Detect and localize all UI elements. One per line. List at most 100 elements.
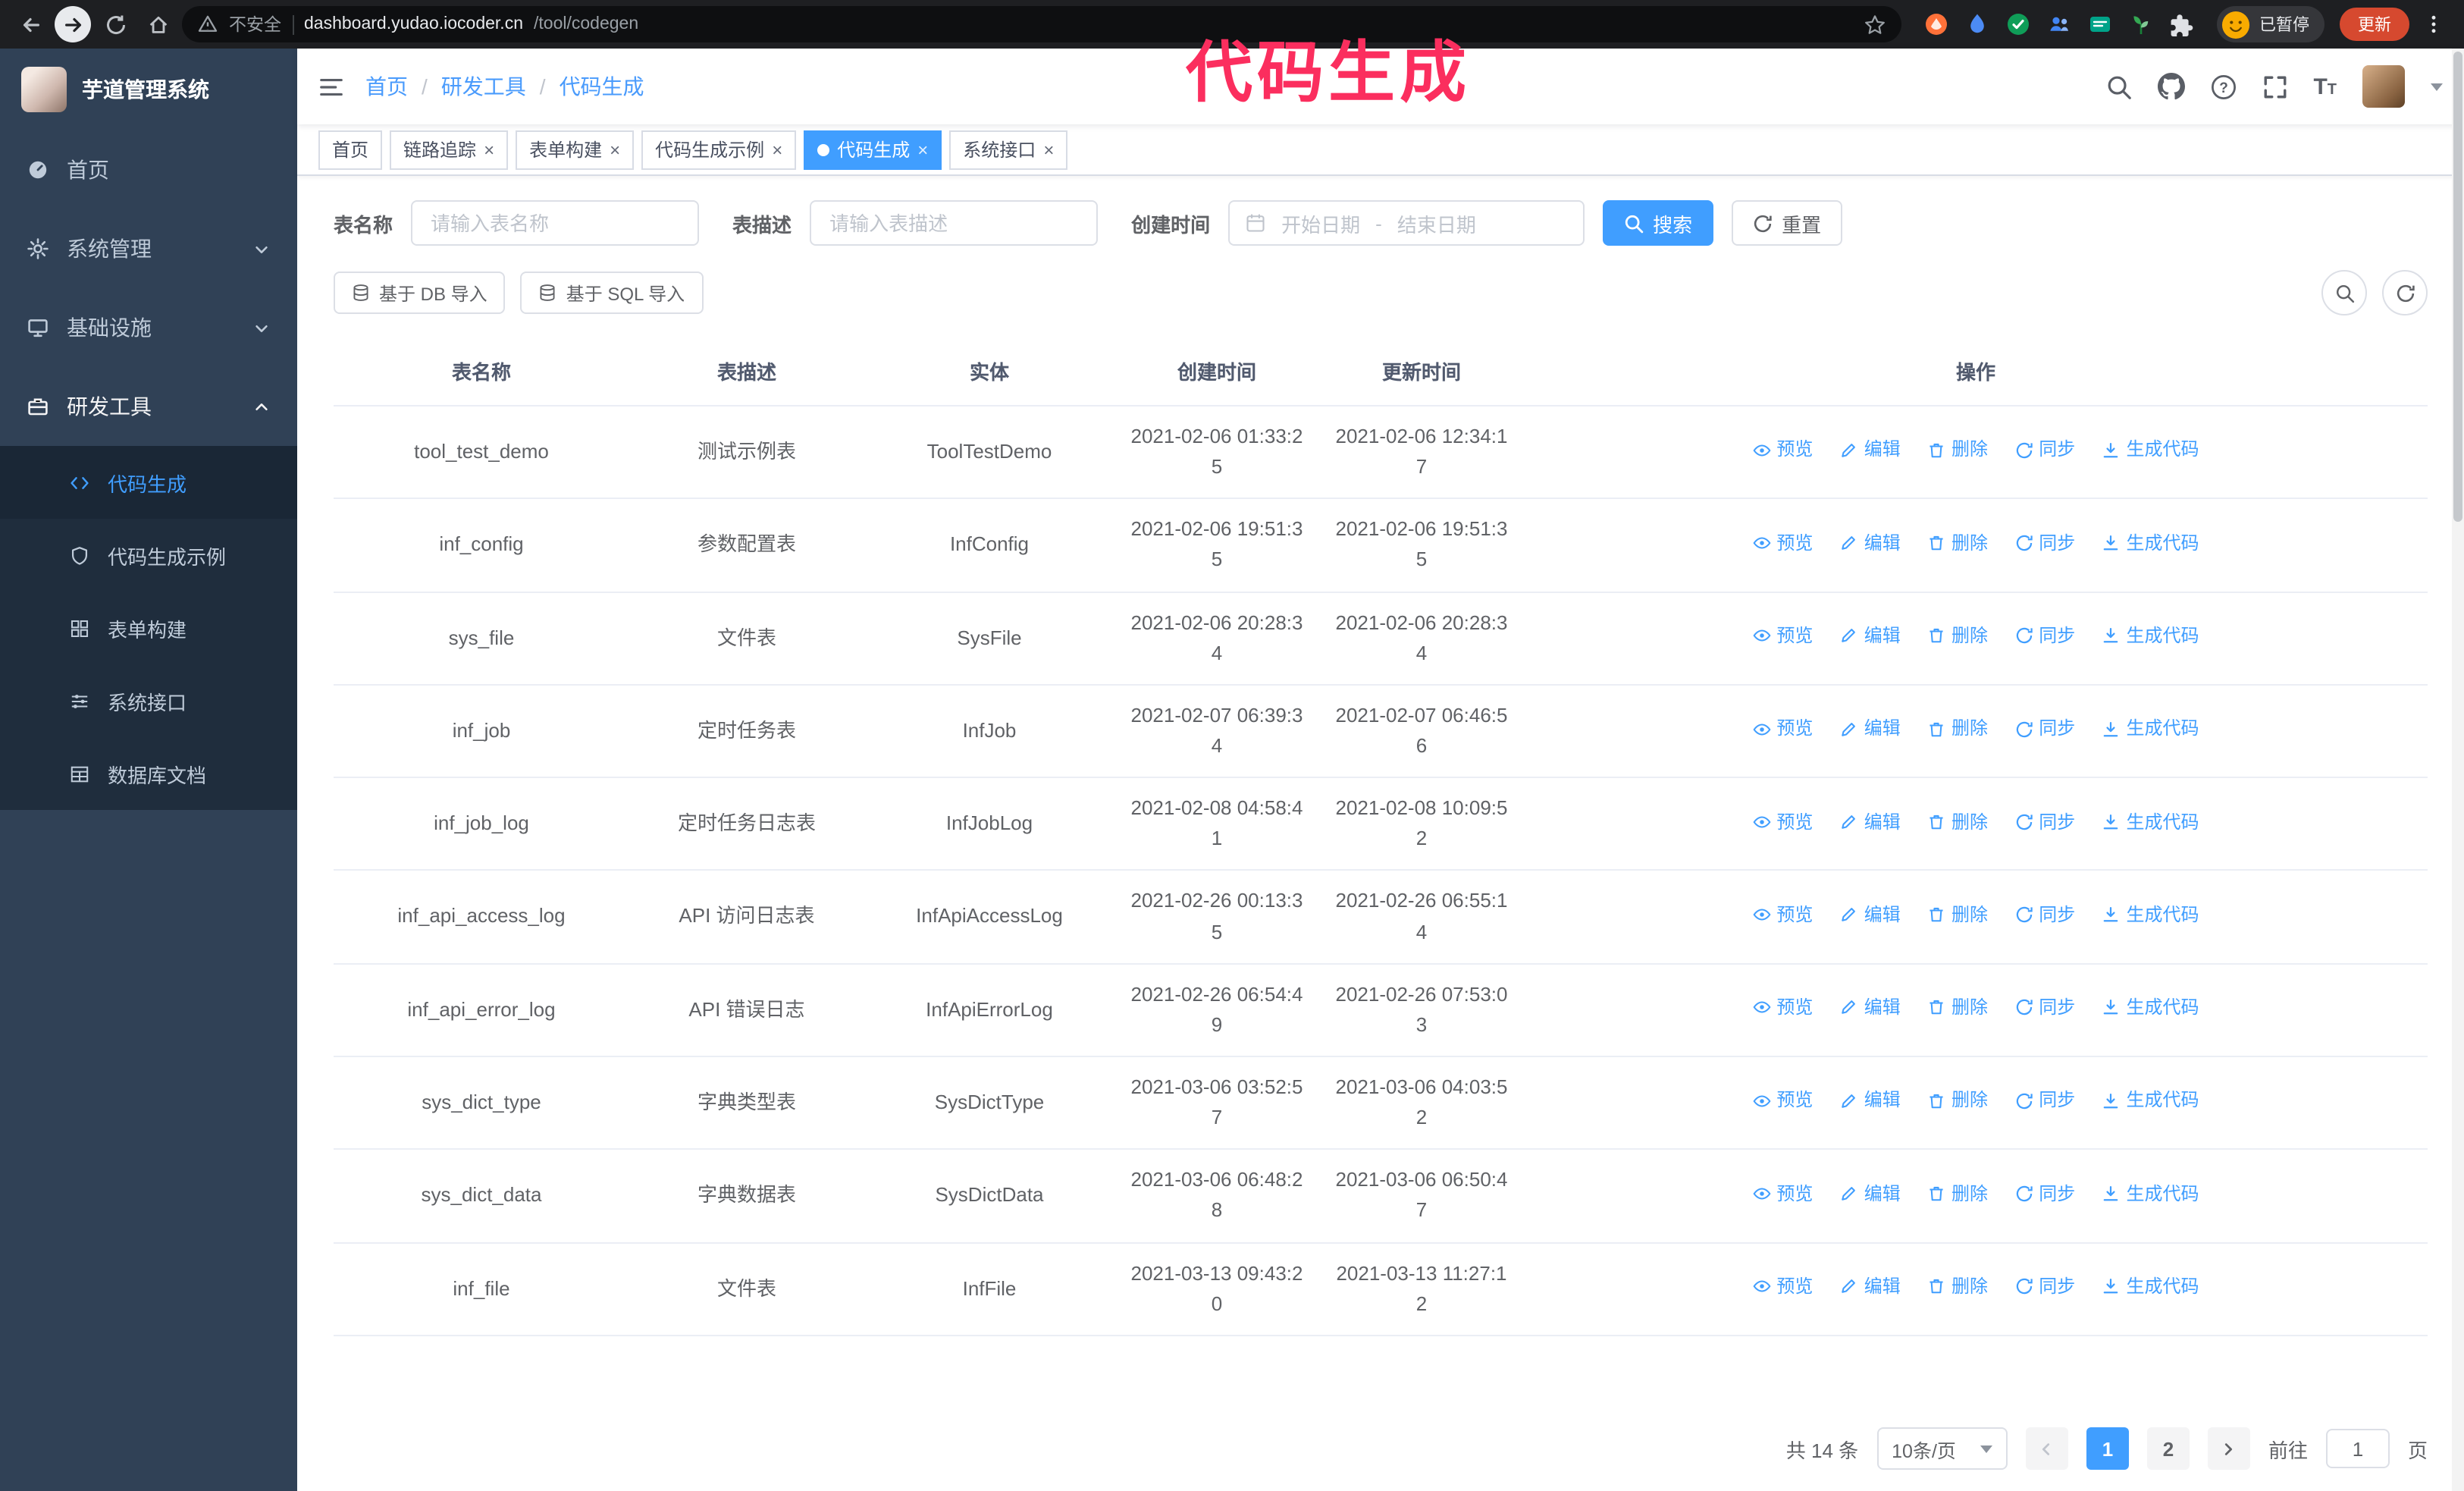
prev-page-button[interactable] — [2025, 1427, 2068, 1470]
tab-system-api[interactable]: 系统接口 × — [949, 130, 1068, 169]
sync-link[interactable]: 同步 — [2014, 1179, 2075, 1207]
sync-link[interactable]: 同步 — [2014, 1087, 2075, 1115]
tab-codegen-example[interactable]: 代码生成示例 × — [641, 130, 797, 169]
generate-code-link[interactable]: 生成代码 — [2102, 993, 2199, 1022]
generate-code-link[interactable]: 生成代码 — [2102, 1273, 2199, 1301]
delete-link[interactable]: 删除 — [1927, 808, 1988, 836]
delete-link[interactable]: 删除 — [1927, 1087, 1988, 1115]
extension-icon-leaf[interactable] — [2127, 11, 2155, 38]
profile-chip[interactable]: 已暂停 — [2217, 6, 2324, 42]
sidebar-subitem-system-api[interactable]: 系统接口 — [0, 664, 297, 737]
font-size-icon[interactable]: TT — [2313, 75, 2337, 98]
table-desc-input[interactable] — [810, 200, 1099, 246]
tab-form-builder[interactable]: 表单构建 × — [516, 130, 635, 169]
scrollbar-thumb[interactable] — [2453, 52, 2462, 522]
generate-code-link[interactable]: 生成代码 — [2102, 529, 2199, 557]
sidebar-item-devtools[interactable]: 研发工具 — [0, 367, 297, 446]
browser-home-button[interactable] — [140, 6, 176, 42]
sidebar-item-infrastructure[interactable]: 基础设施 — [0, 288, 297, 367]
sidebar-item-system[interactable]: 系统管理 — [0, 209, 297, 288]
extension-icon-green-check[interactable] — [2005, 11, 2032, 38]
edit-link[interactable]: 编辑 — [1840, 1179, 1901, 1207]
preview-link[interactable]: 预览 — [1752, 1179, 1813, 1207]
browser-reload-button[interactable] — [97, 6, 133, 42]
github-icon[interactable] — [2157, 73, 2185, 100]
browser-forward-button[interactable] — [55, 6, 91, 42]
sidebar-subitem-form-builder[interactable]: 表单构建 — [0, 592, 297, 664]
import-sql-button[interactable]: 基于 SQL 导入 — [520, 272, 704, 314]
sync-link[interactable]: 同步 — [2014, 901, 2075, 929]
sync-link[interactable]: 同步 — [2014, 622, 2075, 650]
browser-menu-button[interactable] — [2415, 6, 2452, 42]
delete-link[interactable]: 删除 — [1927, 1273, 1988, 1301]
fullscreen-icon[interactable] — [2262, 74, 2287, 99]
edit-link[interactable]: 编辑 — [1840, 529, 1901, 557]
sidebar-subitem-db-docs[interactable]: 数据库文档 — [0, 737, 297, 810]
extensions-puzzle-icon[interactable] — [2168, 11, 2196, 38]
toggle-search-button[interactable] — [2321, 270, 2367, 315]
delete-link[interactable]: 删除 — [1927, 622, 1988, 650]
close-icon[interactable]: × — [610, 140, 620, 159]
generate-code-link[interactable]: 生成代码 — [2102, 1087, 2199, 1115]
close-icon[interactable]: × — [484, 140, 494, 159]
edit-link[interactable]: 编辑 — [1840, 808, 1901, 836]
edit-link[interactable]: 编辑 — [1840, 715, 1901, 743]
preview-link[interactable]: 预览 — [1752, 808, 1813, 836]
sync-link[interactable]: 同步 — [2014, 529, 2075, 557]
preview-link[interactable]: 预览 — [1752, 715, 1813, 743]
extension-icon-card[interactable] — [2086, 11, 2114, 38]
sync-link[interactable]: 同步 — [2014, 715, 2075, 743]
edit-link[interactable]: 编辑 — [1840, 1273, 1901, 1301]
generate-code-link[interactable]: 生成代码 — [2102, 1179, 2199, 1207]
help-icon[interactable]: ? — [2210, 74, 2236, 99]
delete-link[interactable]: 删除 — [1927, 901, 1988, 929]
bookmark-star-icon[interactable] — [1864, 13, 1886, 36]
avatar[interactable] — [2362, 65, 2405, 108]
tab-tracing[interactable]: 链路追踪 × — [390, 130, 509, 169]
extension-icon-people[interactable] — [2045, 11, 2073, 38]
sync-link[interactable]: 同步 — [2014, 808, 2075, 836]
app-logo-row[interactable]: 芋道管理系统 — [0, 49, 297, 130]
chevron-down-icon[interactable] — [2431, 83, 2443, 90]
extension-icon-blue-drop[interactable] — [1964, 11, 1991, 38]
edit-link[interactable]: 编辑 — [1840, 993, 1901, 1022]
refresh-table-button[interactable] — [2382, 270, 2428, 315]
omnibox[interactable]: 不安全 dashboard.yudao.iocoder.cn /tool/cod… — [182, 6, 1901, 42]
table-name-input[interactable] — [411, 200, 700, 246]
close-icon[interactable]: × — [772, 140, 782, 159]
breadcrumb-item-devtools[interactable]: 研发工具 — [441, 71, 526, 102]
preview-link[interactable]: 预览 — [1752, 901, 1813, 929]
edit-link[interactable]: 编辑 — [1840, 436, 1901, 464]
tab-codegen[interactable]: 代码生成 × — [804, 130, 942, 169]
close-icon[interactable]: × — [917, 140, 928, 159]
preview-link[interactable]: 预览 — [1752, 1087, 1813, 1115]
delete-link[interactable]: 删除 — [1927, 715, 1988, 743]
generate-code-link[interactable]: 生成代码 — [2102, 901, 2199, 929]
date-range-picker[interactable]: 开始日期 - 结束日期 — [1228, 200, 1585, 246]
page-button-1[interactable]: 1 — [2086, 1427, 2129, 1470]
page-button-2[interactable]: 2 — [2146, 1427, 2190, 1470]
preview-link[interactable]: 预览 — [1752, 529, 1813, 557]
sidebar-subitem-codegen-example[interactable]: 代码生成示例 — [0, 519, 297, 592]
delete-link[interactable]: 删除 — [1927, 436, 1988, 464]
generate-code-link[interactable]: 生成代码 — [2102, 436, 2199, 464]
goto-page-input[interactable] — [2325, 1429, 2390, 1468]
close-icon[interactable]: × — [1043, 140, 1054, 159]
hamburger-button[interactable] — [318, 74, 344, 99]
edit-link[interactable]: 编辑 — [1840, 1087, 1901, 1115]
page-size-select[interactable]: 10条/页 — [1876, 1427, 2008, 1470]
delete-link[interactable]: 删除 — [1927, 529, 1988, 557]
preview-link[interactable]: 预览 — [1752, 622, 1813, 650]
edit-link[interactable]: 编辑 — [1840, 901, 1901, 929]
browser-update-button[interactable]: 更新 — [2340, 8, 2409, 41]
sidebar-item-home[interactable]: 首页 — [0, 130, 297, 209]
reset-button[interactable]: 重置 — [1732, 200, 1843, 246]
sync-link[interactable]: 同步 — [2014, 436, 2075, 464]
generate-code-link[interactable]: 生成代码 — [2102, 715, 2199, 743]
search-button[interactable]: 搜索 — [1603, 200, 1714, 246]
generate-code-link[interactable]: 生成代码 — [2102, 808, 2199, 836]
next-page-button[interactable] — [2207, 1427, 2250, 1470]
preview-link[interactable]: 预览 — [1752, 993, 1813, 1022]
sync-link[interactable]: 同步 — [2014, 993, 2075, 1022]
preview-link[interactable]: 预览 — [1752, 1273, 1813, 1301]
